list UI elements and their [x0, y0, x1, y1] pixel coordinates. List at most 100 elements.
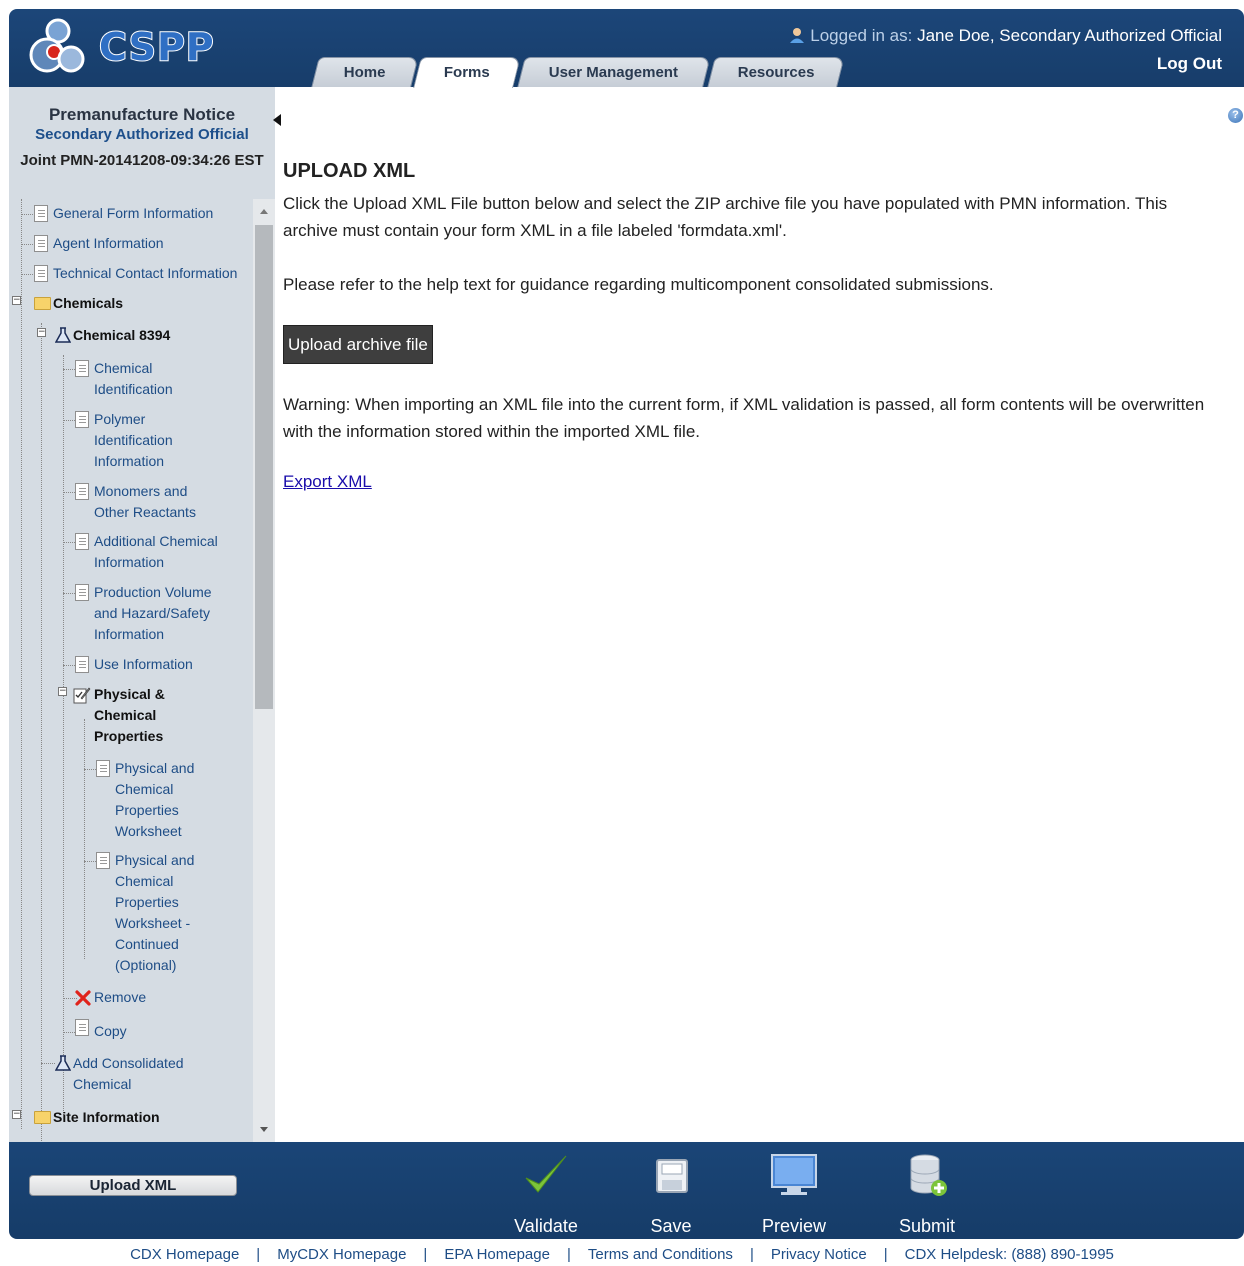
epa-homepage-link[interactable]: EPA Homepage [444, 1246, 550, 1263]
tree-line [21, 214, 35, 215]
tab-home-label: Home [343, 64, 386, 81]
tree-chemical-8394[interactable]: Chemical 8394 [55, 325, 170, 346]
tree-label-line: Properties [115, 802, 179, 818]
collapse-toggle-icon[interactable]: − [58, 687, 67, 696]
tree-technical-contact-information[interactable]: Technical Contact Information [34, 263, 237, 284]
scroll-thumb[interactable] [255, 225, 273, 709]
help-icon[interactable]: ? [1228, 108, 1243, 123]
collapse-sidebar-icon[interactable] [273, 114, 281, 126]
tab-forms[interactable]: Forms [413, 57, 521, 88]
document-icon [96, 852, 110, 869]
tree-polymer-identification[interactable]: Polymer Identification Information [75, 409, 173, 472]
tree-line [84, 719, 85, 959]
tree-label-line: Worksheet - [115, 915, 191, 931]
tree-label-line: Information [94, 554, 165, 570]
logged-in-label: Logged in as: [810, 26, 913, 45]
logo-text: CSPP [98, 24, 215, 70]
scroll-down-arrow-icon[interactable] [260, 1127, 268, 1132]
tree-properties-worksheet[interactable]: Physical and Chemical Properties Workshe… [96, 758, 195, 842]
tree-label-line: (Optional) [115, 957, 177, 973]
tree-production-volume[interactable]: Production Volume and Hazard/Safety Info… [75, 582, 212, 645]
export-xml-link[interactable]: Export XML [283, 472, 372, 492]
cdx-homepage-link[interactable]: CDX Homepage [130, 1246, 239, 1263]
document-icon [75, 533, 89, 550]
document-icon [34, 265, 48, 282]
tree-label-line: Identification [94, 381, 173, 397]
upload-archive-button[interactable]: Upload archive file [283, 325, 433, 364]
document-icon [75, 584, 89, 601]
sidebar-header: Premanufacture Notice Secondary Authoriz… [9, 87, 275, 172]
tree-line [21, 199, 22, 1129]
tree-agent-information[interactable]: Agent Information [34, 233, 164, 254]
tree-label-line: Monomers and [94, 483, 188, 499]
tree-label: Agent Information [53, 235, 164, 251]
tree-label: Copy [94, 1023, 127, 1039]
submit-button[interactable]: Submit [887, 1152, 967, 1236]
collapse-toggle-icon[interactable]: − [37, 328, 46, 337]
document-icon [75, 411, 89, 428]
tree-remove[interactable]: Remove [75, 987, 146, 1008]
tab-resources[interactable]: Resources [707, 57, 845, 87]
form-tree: General Form Information Agent Informati… [9, 199, 253, 1142]
link-separator: | [749, 1246, 754, 1263]
tab-resources-label: Resources [737, 64, 815, 81]
tree-label-line: Add Consolidated [73, 1055, 184, 1071]
tree-chemical-identification[interactable]: Chemical Identification [75, 358, 173, 400]
tree-label: Use Information [94, 656, 193, 672]
logout-link[interactable]: Log Out [1157, 54, 1222, 74]
tree-label-line: Chemical [73, 1076, 132, 1092]
tree-general-form-information[interactable]: General Form Information [34, 203, 214, 224]
folder-icon [34, 1111, 51, 1124]
terms-conditions-link[interactable]: Terms and Conditions [588, 1246, 733, 1263]
flask-logo-icon [29, 18, 85, 73]
tree-additional-chemical-information[interactable]: Additional Chemical Information [75, 531, 218, 573]
folder-icon [34, 297, 51, 310]
tree-label-line: Physical and [115, 760, 195, 776]
tree-line [21, 274, 35, 275]
tree-label-line: Properties [94, 728, 164, 744]
sidebar-scrollbar[interactable] [253, 199, 275, 1142]
tab-home[interactable]: Home [311, 57, 419, 87]
preview-button[interactable]: Preview [754, 1152, 834, 1236]
logged-in-info: Logged in as: Jane Doe, Secondary Author… [788, 26, 1222, 46]
tree-label-line: Additional Chemical [94, 533, 218, 549]
document-icon [75, 483, 89, 500]
collapse-toggle-icon[interactable]: − [12, 296, 21, 305]
link-separator: | [423, 1246, 428, 1263]
tree-line [41, 1063, 55, 1064]
checkmark-icon [525, 1155, 567, 1193]
tree-label-line: Chemical [94, 707, 157, 723]
tree-chemicals[interactable]: Chemicals [34, 293, 123, 314]
user-name: Jane Doe, Secondary Authorized Official [917, 26, 1222, 45]
scroll-up-arrow-icon[interactable] [260, 209, 268, 214]
tree-monomers-reactants[interactable]: Monomers and Other Reactants [75, 481, 196, 523]
tree-physical-chemical-properties[interactable]: Physical & Chemical Properties [73, 684, 165, 747]
main-content: UPLOAD XML Click the Upload XML File but… [283, 160, 1223, 492]
save-button[interactable]: Save [632, 1152, 710, 1236]
mycdx-homepage-link[interactable]: MyCDX Homepage [277, 1246, 406, 1263]
tree-label-line: Continued [115, 936, 179, 952]
tree-copy[interactable]: Copy [75, 1019, 127, 1042]
validate-button[interactable]: Validate [507, 1152, 585, 1236]
tree-label: General Form Information [53, 205, 214, 221]
tree-add-consolidated-chemical[interactable]: Add Consolidated Chemical [55, 1053, 184, 1095]
database-add-icon [910, 1154, 947, 1196]
submit-label: Submit [898, 1216, 956, 1236]
top-header: CSPP Logged in as: Jane Doe, Secondary A… [9, 9, 1244, 88]
cdx-helpdesk-link[interactable]: CDX Helpdesk: (888) 890-1995 [905, 1246, 1114, 1263]
footer-links: CDX Homepage | MyCDX Homepage | EPA Homepage… [0, 1246, 1244, 1263]
edit-checklist-icon [73, 687, 91, 704]
page-title: UPLOAD XML [283, 160, 416, 182]
tree-label-line: Polymer [94, 411, 146, 427]
upload-xml-button[interactable]: Upload XML [29, 1175, 237, 1196]
document-icon [96, 760, 110, 777]
privacy-notice-link[interactable]: Privacy Notice [771, 1246, 867, 1263]
collapse-toggle-icon[interactable]: − [12, 1110, 21, 1119]
tree-properties-worksheet-continued[interactable]: Physical and Chemical Properties Workshe… [96, 850, 194, 976]
tab-user-management[interactable]: User Management [517, 57, 711, 87]
monitor-icon [771, 1154, 817, 1195]
preview-label: Preview [761, 1216, 827, 1236]
tree-site-information[interactable]: Site Information [34, 1107, 160, 1128]
document-icon [75, 360, 89, 377]
tree-use-information[interactable]: Use Information [75, 654, 193, 675]
